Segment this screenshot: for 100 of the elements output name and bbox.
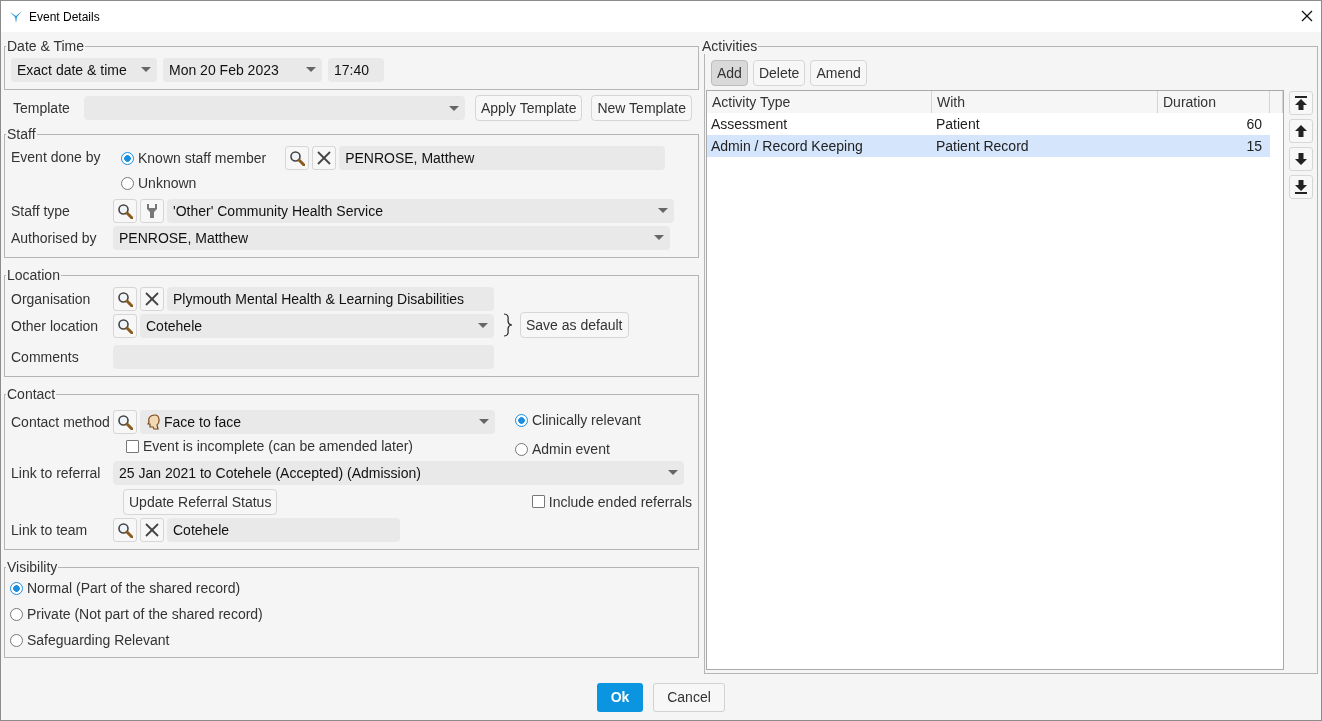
table-cell-text: 15 [1245, 137, 1263, 156]
field-label: Other location [11, 317, 100, 334]
column-header[interactable]: With [932, 91, 1158, 113]
radio-icon[interactable] [515, 413, 528, 427]
search-button[interactable] [113, 286, 137, 311]
arrow-down-bar-icon [1293, 179, 1309, 195]
close-icon [1301, 9, 1313, 22]
clear-button[interactable] [312, 146, 337, 170]
radio-icon[interactable] [10, 607, 23, 621]
radio-option[interactable]: Private (Not part of the shared record) [10, 606, 692, 622]
organisation-field[interactable]: Plymouth Mental Health & Learning Disabilities [167, 286, 494, 311]
field-label: Template [13, 100, 71, 116]
search-button[interactable] [113, 517, 137, 542]
caret-icon [306, 67, 316, 72]
caret-icon [658, 208, 668, 213]
activity-action-button[interactable]: Delete [752, 60, 806, 86]
move-top-button[interactable] [1289, 91, 1313, 115]
staff-type-dropdown[interactable]: 'Other' Community Health Service [167, 198, 674, 223]
column-header[interactable]: Duration [1158, 91, 1270, 113]
group-title: Date & Time [6, 38, 86, 54]
caret-icon [668, 470, 678, 475]
search-button[interactable] [113, 313, 137, 338]
field-label: Contact method [11, 413, 110, 430]
clear-button[interactable] [140, 517, 164, 542]
clear-button[interactable] [140, 286, 164, 311]
radio-icon[interactable] [10, 633, 23, 647]
activity-action-button[interactable]: Add [711, 60, 748, 86]
field-label: Event done by [11, 148, 102, 165]
apply-template-button[interactable]: Apply Template [475, 95, 583, 121]
radio-icon[interactable] [515, 442, 528, 456]
radio-option[interactable]: Unknown [121, 175, 666, 191]
wrench-icon [144, 202, 160, 219]
close-icon [316, 150, 333, 166]
brace-icon [502, 313, 514, 337]
time-field[interactable]: 17:40 [328, 57, 384, 82]
field-label: Link to referral [11, 464, 102, 481]
referral-dropdown[interactable]: 25 Jan 2021 to Cotehele (Accepted) (Admission) [113, 460, 684, 485]
update-referral-status-button[interactable]: Update Referral Status [123, 488, 278, 515]
field-label: Organisation [11, 290, 92, 307]
caret-icon [478, 323, 488, 328]
radio-option[interactable]: Admin event [515, 441, 692, 457]
move-up-button[interactable] [1289, 119, 1313, 143]
arrow-down-icon [1293, 151, 1309, 167]
head-profile-icon [146, 413, 160, 430]
table-row[interactable]: Assessment Patient 60 [707, 113, 1270, 135]
table-cell-text: Patient [935, 115, 981, 134]
search-icon [117, 317, 133, 334]
table-cell-text: Assessment [710, 115, 789, 134]
radio-option[interactable]: Known staff member [121, 150, 267, 166]
other-location-dropdown[interactable]: Cotehele [140, 313, 494, 338]
search-icon [117, 290, 133, 307]
table-cell-text: Admin / Record Keeping [710, 137, 864, 156]
group-title: Staff [6, 126, 37, 142]
staff-member-field[interactable]: PENROSE, Matthew [339, 146, 666, 170]
table-row[interactable]: Admin / Record Keeping Patient Record 15 [707, 135, 1270, 157]
contact-method-dropdown[interactable]: Face to face [140, 409, 495, 434]
window-title: Event Details [29, 9, 101, 24]
authorised-by-dropdown[interactable]: PENROSE, Matthew [113, 225, 670, 250]
radio-icon[interactable] [121, 176, 134, 190]
date-mode-dropdown[interactable]: Exact date & time [11, 57, 157, 82]
arrow-up-icon [1293, 123, 1309, 139]
table-cell-text: Patient Record [935, 137, 1030, 156]
field-label: Authorised by [11, 229, 98, 246]
group-title: Contact [6, 386, 57, 402]
radio-icon[interactable] [121, 151, 134, 165]
field-label: Staff type [11, 202, 71, 219]
caret-icon [479, 419, 489, 424]
checkbox-icon[interactable] [126, 439, 139, 453]
arrow-up-bar-icon [1293, 95, 1309, 111]
date-dropdown[interactable]: Mon 20 Feb 2023 [163, 57, 322, 82]
team-field[interactable]: Cotehele [167, 517, 400, 542]
search-icon [117, 413, 133, 430]
search-icon [117, 521, 133, 538]
close-icon [144, 290, 160, 307]
radio-option[interactable]: Normal (Part of the shared record) [10, 580, 692, 596]
group-title: Location [6, 267, 61, 283]
close-icon [144, 521, 160, 538]
move-down-button[interactable] [1289, 147, 1313, 171]
field-label: Comments [11, 348, 80, 365]
settings-button[interactable] [140, 198, 164, 223]
search-button[interactable] [113, 198, 137, 223]
radio-option[interactable]: Safeguarding Relevant [10, 632, 692, 648]
caret-icon [449, 105, 459, 111]
cancel-button[interactable]: Cancel [653, 682, 725, 712]
group-title: Activities [701, 38, 759, 54]
include-ended-checkbox[interactable]: Include ended referrals [531, 493, 692, 510]
column-header[interactable]: Activity Type [707, 91, 932, 113]
new-template-button[interactable]: New Template [591, 95, 692, 121]
field-label: Link to team [11, 521, 89, 538]
group-title: Visibility [6, 559, 59, 575]
move-bottom-button[interactable] [1289, 175, 1313, 199]
radio-option[interactable]: Clinically relevant [515, 412, 692, 428]
search-button[interactable] [113, 409, 137, 434]
activity-action-button[interactable]: Amend [810, 60, 867, 86]
search-button[interactable] [285, 146, 310, 170]
save-default-button[interactable]: Save as default [520, 312, 629, 338]
checkbox-icon[interactable] [531, 495, 545, 508]
search-icon [289, 150, 306, 166]
radio-icon[interactable] [10, 581, 23, 595]
incomplete-checkbox[interactable]: Event is incomplete (can be amended later) [126, 438, 495, 454]
